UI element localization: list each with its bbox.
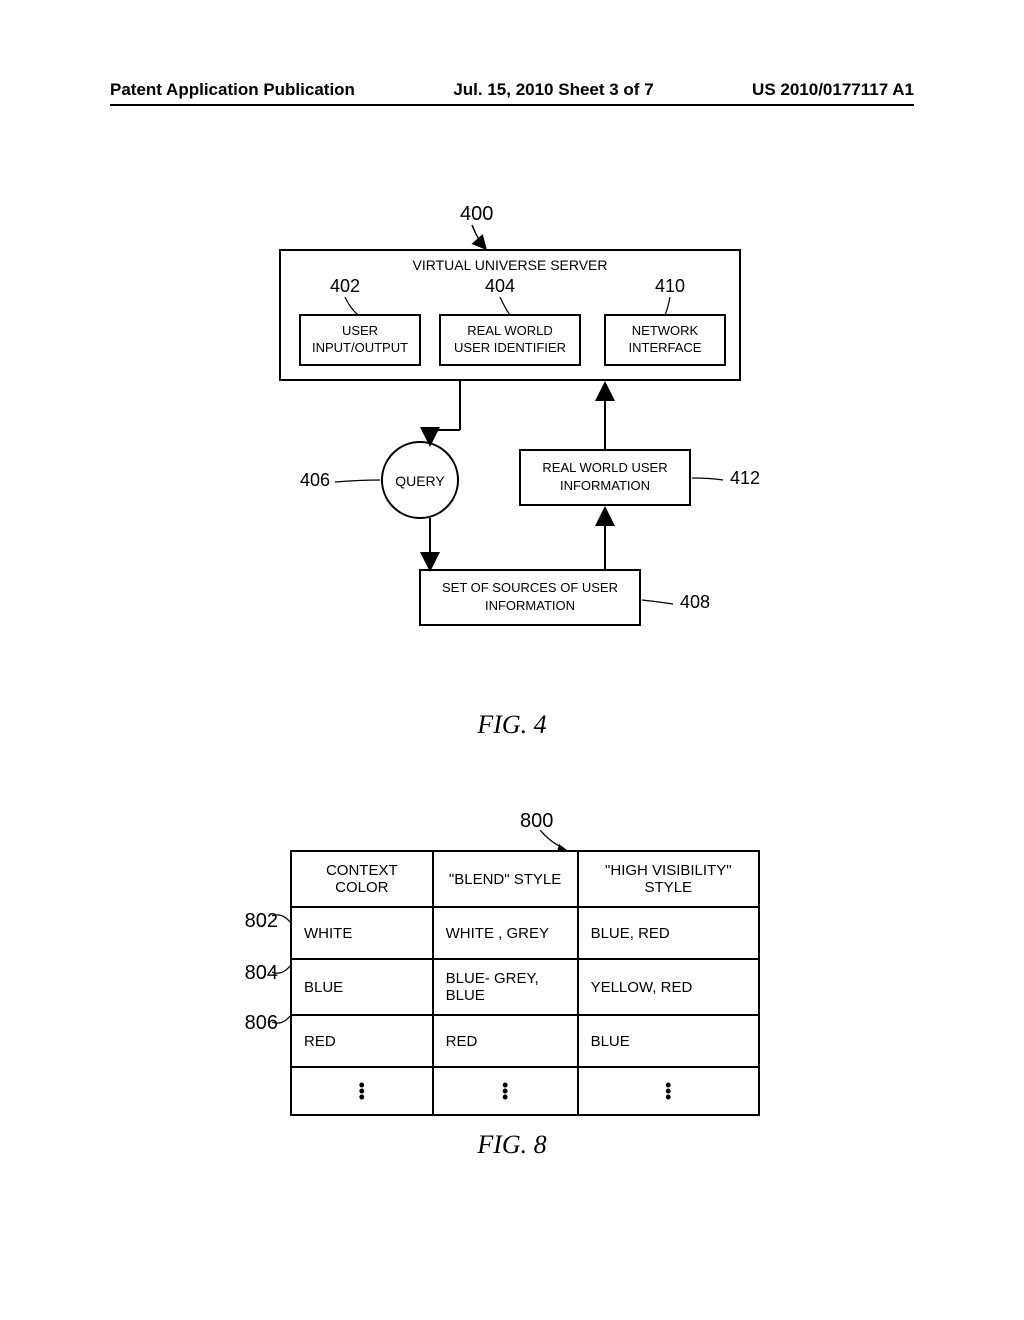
svg-text:REAL WORLD USER: REAL WORLD USER: [542, 460, 667, 475]
fig8-table: CONTEXT COLOR "BLEND" STYLE "HIGH VISIBI…: [290, 850, 760, 1116]
table-row: BLUE BLUE- GREY, BLUE YELLOW, RED: [291, 959, 759, 1015]
header-center: Jul. 15, 2010 Sheet 3 of 7: [355, 80, 752, 100]
svg-text:SET OF SOURCES OF USER: SET OF SOURCES OF USER: [442, 580, 618, 595]
svg-text:INPUT/OUTPUT: INPUT/OUTPUT: [312, 340, 408, 355]
ref-400: 400: [460, 203, 493, 225]
fig4-caption: FIG. 4: [0, 710, 1024, 740]
table-row: RED RED BLUE: [291, 1015, 759, 1067]
svg-text:INTERFACE: INTERFACE: [629, 340, 702, 355]
ref-402: 402: [330, 276, 360, 296]
ref-406: 406: [300, 470, 330, 490]
ref-800: 800: [520, 810, 553, 833]
header-left: Patent Application Publication: [110, 80, 355, 100]
svg-text:USER: USER: [342, 323, 378, 338]
fig8-caption: FIG. 8: [0, 1130, 1024, 1160]
svg-text:USER IDENTIFIER: USER IDENTIFIER: [454, 340, 566, 355]
ref-404: 404: [485, 276, 515, 296]
ref-802: 802: [228, 910, 278, 933]
svg-text:INFORMATION: INFORMATION: [560, 478, 650, 493]
col-blend-style: "BLEND" STYLE: [433, 851, 578, 907]
ref-412: 412: [730, 468, 760, 488]
fig8-table-wrap: 800 CONTEXT COLOR "BLEND" STYLE "HIGH VI…: [290, 850, 760, 1116]
header-right: US 2010/0177117 A1: [752, 80, 914, 100]
svg-text:QUERY: QUERY: [395, 473, 445, 489]
col-high-vis: "HIGH VISIBILITY" STYLE: [578, 851, 759, 907]
table-row: WHITE WHITE , GREY BLUE, RED: [291, 907, 759, 959]
ref-806: 806: [228, 1012, 278, 1035]
header-rule: [110, 104, 914, 106]
fig4-diagram: 400 VIRTUAL UNIVERSE SERVER 402 USER INP…: [260, 200, 760, 680]
svg-text:REAL WORLD: REAL WORLD: [467, 323, 552, 338]
ref-410: 410: [655, 276, 685, 296]
ref-408: 408: [680, 592, 710, 612]
server-title: VIRTUAL UNIVERSE SERVER: [412, 257, 607, 273]
svg-text:INFORMATION: INFORMATION: [485, 598, 575, 613]
svg-text:NETWORK: NETWORK: [632, 323, 699, 338]
ref-804: 804: [228, 962, 278, 985]
col-context-color: CONTEXT COLOR: [291, 851, 433, 907]
page-header: Patent Application Publication Jul. 15, …: [110, 80, 914, 100]
table-row-ellipsis: ••• ••• •••: [291, 1067, 759, 1115]
